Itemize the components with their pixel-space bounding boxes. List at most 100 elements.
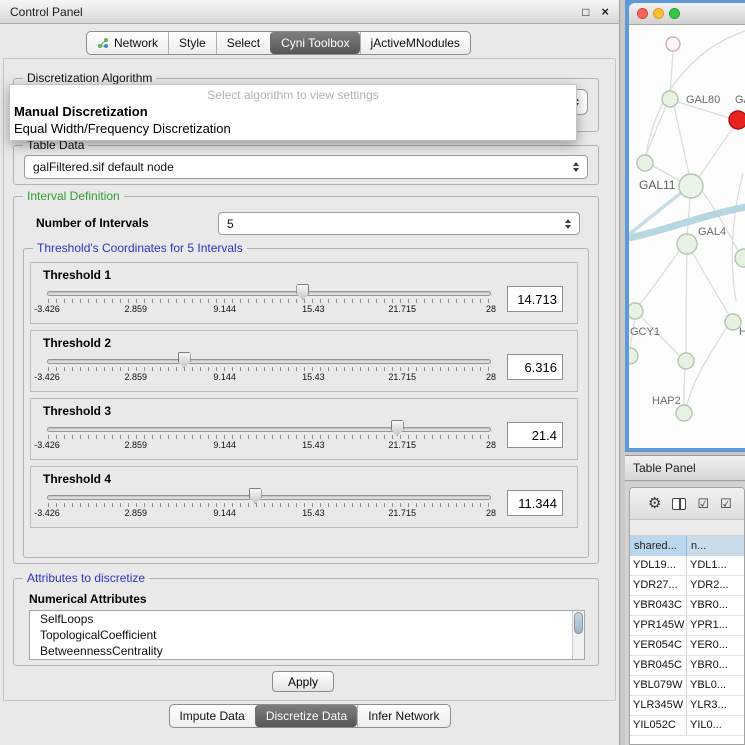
cell[interactable]: YPR145W [630,616,687,635]
zoom-traffic-light-icon[interactable] [669,8,680,19]
threshold-2-slider[interactable]: -3.426 2.859 9.144 15.43 21.715 28 [47,352,491,384]
table-row[interactable]: YBR043CYBR0... [630,596,744,616]
table-row[interactable]: YDL19...YDL1... [630,556,744,576]
table-data-combobox[interactable]: galFiltered.sif default node [24,155,588,179]
close-icon[interactable]: × [601,5,609,18]
network-node[interactable] [637,155,653,171]
threshold-1-slider[interactable]: -3.426 2.859 9.144 15.43 21.715 28 [47,284,491,316]
network-node[interactable] [662,91,678,107]
tab-style[interactable]: Style [168,32,216,54]
network-node[interactable] [735,249,745,267]
cell[interactable]: YIL052C [630,716,687,735]
network-view-window[interactable]: GAL80 GA GAL11 GAL4 GCY1 H HAP2 [625,0,745,452]
cell[interactable]: YDL19... [630,556,687,575]
minimize-traffic-light-icon[interactable] [653,8,664,19]
numerical-attributes-list[interactable]: SelfLoops TopologicalCoefficient Between… [29,610,585,660]
network-window-titlebar[interactable] [629,3,745,25]
cell[interactable]: YBL079W [630,676,687,695]
close-traffic-light-icon[interactable] [637,8,648,19]
cell[interactable]: YIL0... [687,716,744,735]
tick-label: 28 [486,304,496,314]
network-canvas[interactable]: GAL80 GA GAL11 GAL4 GCY1 H HAP2 [629,25,745,448]
table-row[interactable]: YDR27...YDR2... [630,576,744,596]
cell[interactable]: YBR045C [630,656,687,675]
tab-infer-network[interactable]: Infer Network [357,705,449,727]
cell[interactable]: YDL1... [687,556,744,575]
table-row[interactable]: YLR345WYLR3... [630,696,744,716]
slider-handle[interactable] [249,488,262,504]
dropdown-option-equal-width[interactable]: Equal Width/Frequency Discretization [10,120,576,137]
vertical-scrollbar[interactable] [572,611,584,659]
threshold-3-slider[interactable]: -3.426 2.859 9.144 15.43 21.715 28 [47,420,491,452]
tick-label: -3.426 [34,304,60,314]
threshold-1-value-field[interactable]: 14.713 [507,286,563,312]
table-row[interactable]: YBL079WYBL0... [630,676,744,696]
num-intervals-spinner[interactable]: 5 [218,212,580,235]
tab-jactivemnodules[interactable]: jActiveMNodules [360,32,470,54]
tab-network[interactable]: Network [87,32,168,54]
network-graph[interactable]: GAL80 GA GAL11 GAL4 GCY1 H HAP2 [629,25,745,448]
bottom-tab-bar: Impute Data Discretize Data Infer Networ… [168,704,450,728]
gear-icon[interactable]: ⚙ [648,496,661,511]
network-node[interactable] [629,348,638,364]
tab-impute-data[interactable]: Impute Data [169,705,254,727]
cell[interactable]: YBL0... [687,676,744,695]
threshold-4-slider[interactable]: -3.426 2.859 9.144 15.43 21.715 28 [47,488,491,520]
network-node[interactable] [676,405,692,421]
dropdown-option-manual-discretization[interactable]: Manual Discretization [10,103,576,120]
cell[interactable]: YBR0... [687,596,744,615]
columns-icon[interactable] [672,498,686,510]
table-panel-titlebar[interactable]: Table Panel [625,455,745,481]
cell[interactable]: YPR1... [687,616,744,635]
threshold-3-value-field[interactable]: 21.4 [507,422,563,448]
cell[interactable]: YER0... [687,636,744,655]
slider-handle[interactable] [178,352,191,368]
tick-label: 9.144 [213,372,236,382]
apply-button[interactable]: Apply [272,671,334,692]
table-row[interactable]: YIL052CYIL0... [630,716,744,736]
threshold-4-value-field[interactable]: 11.344 [507,490,563,516]
column-header-name[interactable]: n... [687,536,744,556]
slider-handle[interactable] [391,420,404,436]
slider-track[interactable] [47,359,491,364]
cell[interactable]: YBR043C [630,596,687,615]
table-row[interactable]: YPR145WYPR1... [630,616,744,636]
list-item[interactable]: TopologicalCoefficient [30,627,584,643]
column-header-shared-name[interactable]: shared... [630,536,687,556]
tab-label: Infer Network [368,709,439,723]
list-item[interactable]: SelfLoops [30,611,584,627]
network-node[interactable] [678,353,694,369]
control-panel-titlebar[interactable]: Control Panel □ × [0,0,619,24]
float-window-icon[interactable]: □ [582,6,589,18]
slider-track[interactable] [47,495,491,500]
scrollbar-thumb[interactable] [574,612,583,634]
checkbox-icon[interactable]: ☑ [720,497,732,510]
cell[interactable]: YER054C [630,636,687,655]
tab-discretize-data[interactable]: Discretize Data [255,705,357,727]
tab-cyni-toolbox[interactable]: Cyni Toolbox [270,32,359,54]
cell[interactable]: YLR3... [687,696,744,715]
tab-select[interactable]: Select [216,32,270,54]
cell[interactable]: YLR345W [630,696,687,715]
tick-label: 2.859 [125,440,148,450]
network-node[interactable] [629,303,643,319]
slider-track[interactable] [47,291,491,296]
cell[interactable]: YBR0... [687,656,744,675]
network-node[interactable] [677,234,697,254]
cell[interactable]: YDR27... [630,576,687,595]
network-node[interactable] [679,174,703,198]
spinner-arrows-icon[interactable] [565,219,571,229]
list-item[interactable]: BetweennessCentrality [30,643,584,659]
num-intervals-label: Number of Intervals [36,216,149,230]
slider-track[interactable] [47,427,491,432]
cell[interactable]: YDR2... [687,576,744,595]
threshold-2-value-field[interactable]: 6.316 [507,354,563,380]
slider-ticks [48,435,490,439]
checkbox-icon[interactable]: ☑ [697,497,709,510]
slider-handle[interactable] [296,284,309,300]
network-node[interactable] [666,37,680,51]
table-row[interactable]: YBR045CYBR0... [630,656,744,676]
table-row[interactable]: YER054CYER0... [630,636,744,656]
threshold-3-panel: Threshold 3 -3.426 2.859 9.144 15.43 21.… [30,398,578,460]
selected-network-node[interactable] [729,111,745,129]
